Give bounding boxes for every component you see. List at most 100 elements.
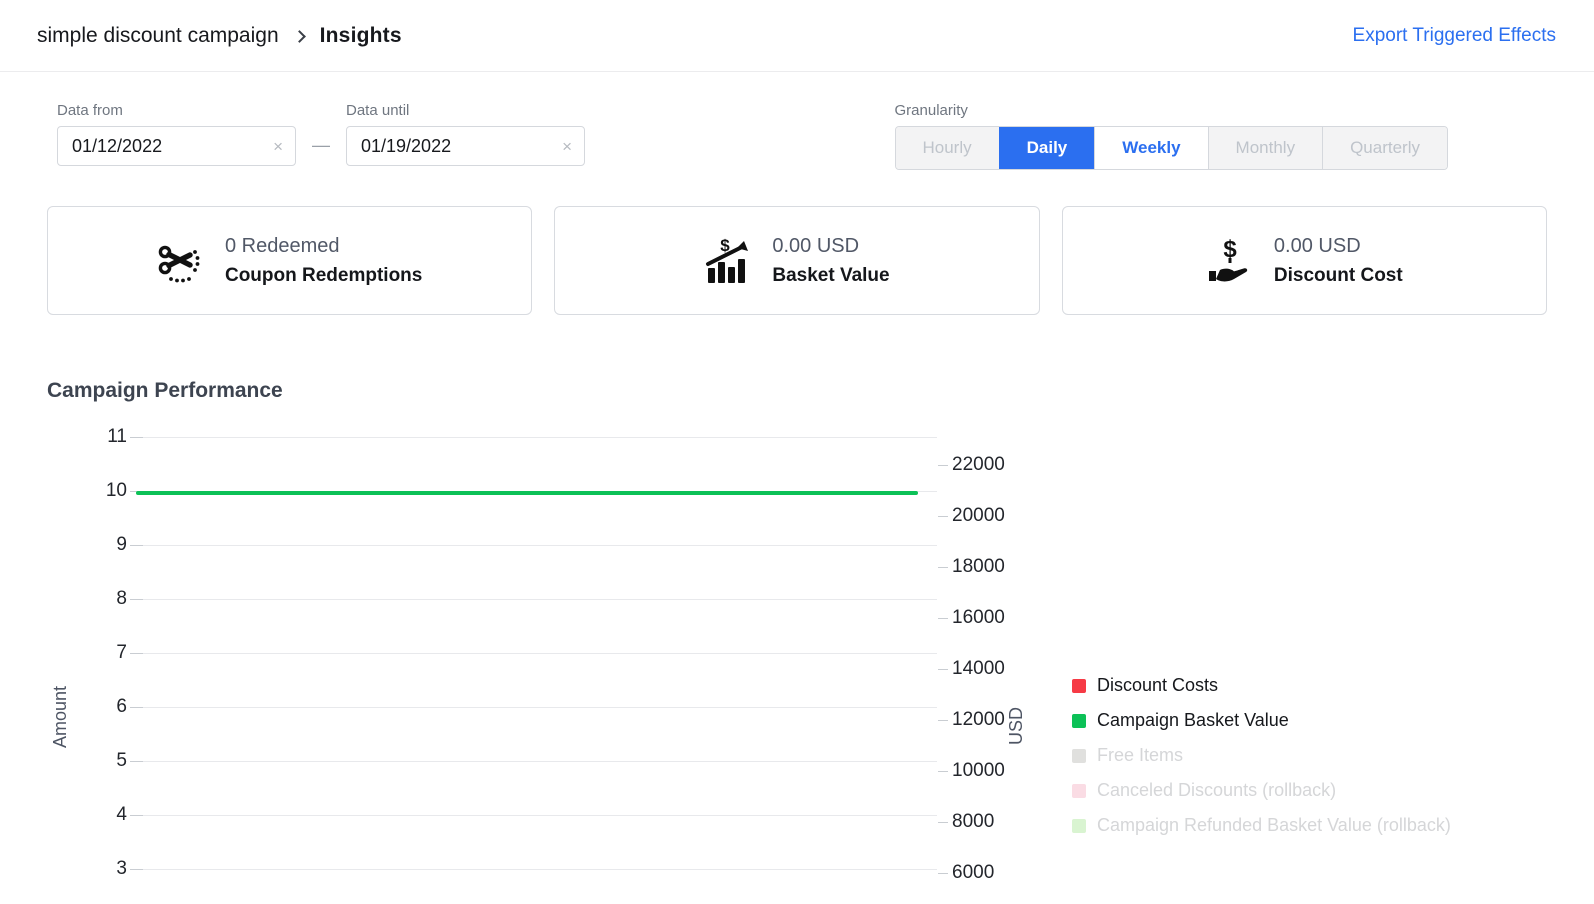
basket-value-value: 0.00 USD: [772, 234, 860, 257]
chart-title: Campaign Performance: [47, 379, 283, 402]
discount-cost-value: 0.00 USD: [1273, 234, 1361, 257]
gridline: [130, 545, 937, 546]
granularity-daily-button[interactable]: Daily: [998, 127, 1095, 169]
legend-item-label: Canceled Discounts (rollback): [1097, 780, 1337, 800]
right-axis-tick-label: 8000: [952, 811, 995, 832]
filters-row: Data from × — Data until × Granularity H…: [0, 72, 1594, 170]
stat-cards-row: 0 Redeemed Coupon Redemptions $ 0.00 USD…: [0, 170, 1594, 315]
legend-item-label: Free Items: [1097, 745, 1184, 765]
legend-item-free-items[interactable]: Free Items: [1072, 745, 1451, 766]
date-until-input[interactable]: [361, 135, 531, 157]
right-tick-mark: [938, 669, 948, 670]
date-from-input[interactable]: [72, 135, 242, 157]
coupon-redemptions-value: 0 Redeemed: [224, 234, 340, 257]
gridline: [130, 815, 937, 816]
right-axis-tick-label: 18000: [952, 556, 1005, 577]
legend-swatch-icon: [1072, 713, 1086, 728]
gridline: [130, 599, 937, 600]
date-until-label: Data until: [346, 102, 410, 119]
left-tick-mark: [130, 707, 143, 708]
chart-legend: Discount Costs Campaign Basket Value Free …: [1072, 675, 1451, 836]
coupon-scissors-icon: [158, 245, 200, 282]
legend-swatch-icon: [1072, 783, 1086, 798]
right-axis-tick-label: 10000: [952, 760, 1005, 781]
date-until-field: Data until ×: [346, 102, 585, 166]
date-range-group: Data from × — Data until ×: [57, 102, 585, 166]
right-tick-mark: [938, 618, 948, 619]
granularity-segmented-control: Hourly Daily Weekly Monthly Quarterly: [894, 126, 1448, 170]
legend-swatch-icon: [1072, 748, 1086, 763]
right-axis-tick-label: 22000: [952, 454, 1005, 475]
svg-text:$: $: [721, 237, 731, 255]
discount-cost-card: $ 0.00 USD Discount Cost: [1061, 206, 1547, 315]
coupon-redemptions-label: Coupon Redemptions: [224, 264, 423, 286]
clear-date-until-icon[interactable]: ×: [562, 138, 572, 155]
gridline: [130, 761, 937, 762]
left-axis-title: Amount: [50, 685, 70, 749]
left-tick-mark: [130, 437, 143, 438]
left-axis-tick-label: 8: [116, 588, 127, 609]
legend-item-campaign-refunded-basket-value-rollback-[interactable]: Campaign Refunded Basket Value (rollback…: [1072, 815, 1451, 836]
granularity-group: Granularity Hourly Daily Weekly Monthly Quar…: [894, 102, 1448, 170]
right-tick-mark: [938, 567, 948, 568]
granularity-hourly-button: Hourly: [895, 127, 999, 169]
legend-item-campaign-basket-value[interactable]: Campaign Basket Value: [1072, 710, 1451, 731]
legend-item-label: Discount Costs: [1097, 675, 1219, 695]
left-tick-mark: [130, 545, 143, 546]
date-from-field: Data from ×: [57, 102, 296, 166]
right-tick-mark: [938, 873, 948, 874]
date-range-separator: —: [312, 135, 330, 155]
legend-item-canceled-discounts-rollback-[interactable]: Canceled Discounts (rollback): [1072, 780, 1451, 801]
breadcrumb: simple discount campaign Insights: [37, 24, 402, 48]
left-tick-mark: [130, 815, 143, 816]
coupon-redemptions-card: 0 Redeemed Coupon Redemptions: [47, 206, 533, 315]
right-axis-title: USD: [1006, 707, 1026, 746]
left-tick-mark: [130, 599, 143, 600]
discount-cost-icon: $: [1208, 237, 1248, 281]
chevron-right-icon: [292, 29, 306, 43]
left-tick-mark: [130, 761, 143, 762]
date-from-label: Data from: [57, 102, 123, 119]
left-axis-tick-label: 11: [107, 427, 127, 447]
right-axis-tick-label: 20000: [952, 505, 1005, 526]
basket-value-icon: $: [706, 237, 749, 283]
right-tick-mark: [938, 822, 948, 823]
granularity-quarterly-button: Quarterly: [1322, 127, 1447, 169]
left-axis-tick-label: 10: [105, 480, 127, 501]
legend-item-label: Campaign Basket Value: [1097, 710, 1289, 730]
gridline: [130, 437, 937, 438]
granularity-monthly-button: Monthly: [1207, 127, 1323, 169]
basket-value-card: $ 0.00 USD Basket Value: [554, 206, 1040, 315]
right-axis-tick-label: 6000: [952, 862, 995, 883]
discount-cost-label: Discount Cost: [1273, 264, 1403, 286]
series-line-campaign-basket-value: [136, 491, 918, 495]
left-tick-mark: [130, 653, 143, 654]
clear-date-from-icon[interactable]: ×: [273, 138, 283, 155]
right-tick-mark: [938, 465, 948, 466]
basket-value-label: Basket Value: [772, 264, 890, 286]
legend-swatch-icon: [1072, 818, 1086, 833]
gridline: [130, 653, 937, 654]
export-triggered-effects-link[interactable]: Export Triggered Effects: [1353, 25, 1556, 47]
gridline: [130, 707, 937, 708]
left-axis-tick-label: 4: [116, 804, 127, 825]
gridline: [130, 869, 937, 870]
right-axis-tick-label: 16000: [952, 607, 1005, 628]
granularity-weekly-button[interactable]: Weekly: [1094, 127, 1208, 169]
right-tick-mark: [938, 720, 948, 721]
right-axis-tick-label: 14000: [952, 658, 1005, 679]
left-tick-mark: [130, 869, 143, 870]
legend-item-discount-costs[interactable]: Discount Costs: [1072, 675, 1451, 696]
breadcrumb-campaign-link[interactable]: simple discount campaign: [37, 24, 279, 48]
left-axis-tick-label: 9: [116, 534, 127, 555]
left-axis-tick-label: 7: [116, 642, 127, 663]
right-axis-tick-label: 12000: [952, 709, 1005, 730]
page-title: Insights: [319, 23, 402, 47]
left-axis-tick-label: 3: [116, 858, 127, 879]
legend-item-label: Campaign Refunded Basket Value (rollback…: [1097, 815, 1451, 835]
campaign-performance-chart: 11 10 9 8 7 6 5 4 3 22000 20000 18000 16000 14000 1200…: [0, 427, 1594, 904]
right-tick-mark: [938, 516, 948, 517]
page-header: simple discount campaign Insights Export…: [0, 0, 1594, 72]
granularity-label: Granularity: [894, 102, 968, 119]
legend-swatch-icon: [1072, 678, 1086, 693]
